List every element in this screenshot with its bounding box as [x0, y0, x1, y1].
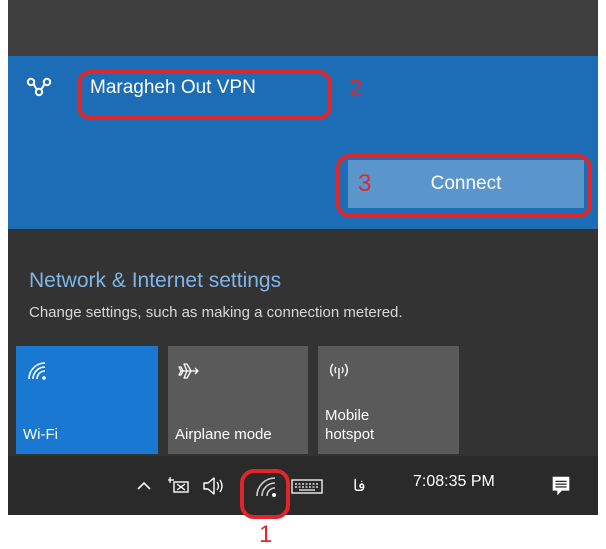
wifi-tile-label: Wi-Fi: [23, 426, 58, 443]
airplane-mode-tile-label: Airplane mode: [175, 426, 272, 443]
annotation-number-3: 3: [358, 170, 372, 197]
annotation-box-vpn-name: [77, 70, 332, 120]
notification-center-icon[interactable]: [550, 474, 572, 498]
mobile-hotspot-tile-label: Mobile hotspot: [325, 407, 375, 443]
network-internet-settings-link[interactable]: Network & Internet settings: [29, 269, 281, 293]
annotation-box-connect: [336, 154, 592, 218]
wifi-icon: [28, 362, 46, 380]
language-indicator[interactable]: فا: [353, 474, 366, 498]
ethernet-disconnected-icon[interactable]: [166, 474, 192, 498]
airplane-mode-tile[interactable]: Airplane mode: [168, 346, 308, 454]
wifi-tile[interactable]: Wi-Fi: [16, 346, 158, 454]
settings-description: Change settings, such as making a connec…: [29, 304, 403, 321]
taskbar-clock[interactable]: 7:08:35 PM: [413, 473, 495, 491]
taskbar: فا 7:08:35 PM: [8, 456, 598, 515]
annotation-number-2: 2: [349, 75, 363, 102]
chevron-up-icon[interactable]: [136, 474, 152, 498]
vpn-icon: [26, 77, 52, 97]
airplane-icon: [178, 363, 199, 379]
flyout-top-bar: [8, 0, 598, 56]
hotspot-icon: [330, 363, 348, 379]
quick-action-tiles: Wi-Fi Airplane mode Mobile hotspot: [8, 346, 598, 456]
network-settings-section: Network & Internet settings Change setti…: [8, 229, 598, 346]
keyboard-icon[interactable]: [290, 474, 324, 498]
annotation-number-1: 1: [259, 521, 273, 548]
speaker-icon[interactable]: [201, 474, 229, 498]
annotation-box-wifi-tray: [240, 469, 290, 519]
mobile-hotspot-tile[interactable]: Mobile hotspot: [318, 346, 459, 454]
